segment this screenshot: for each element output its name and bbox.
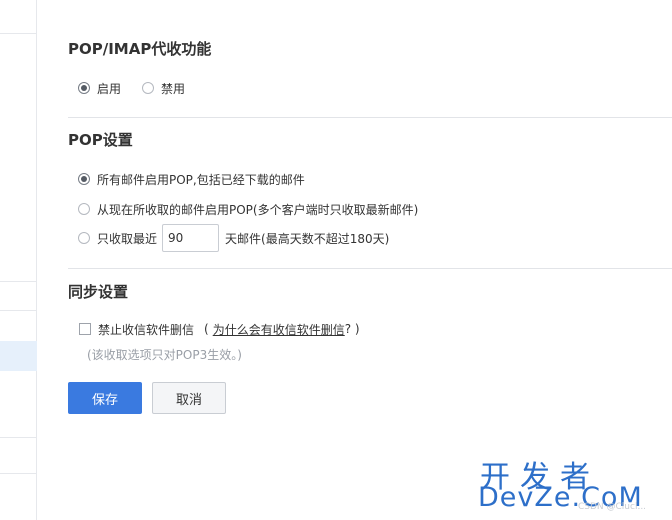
radio-recent-days-control[interactable]	[78, 232, 90, 244]
no-delete-checkbox[interactable]	[79, 323, 91, 335]
radio-from-now-control[interactable]	[78, 203, 90, 215]
pop-settings-title: POP设置	[68, 131, 133, 149]
recent-days-suffix: 天邮件(最高天数不超过180天)	[225, 231, 390, 246]
sidebar-divider	[0, 281, 37, 282]
pop-imap-title: POP/IMAP代收功能	[68, 40, 212, 58]
paren-close: ? )	[344, 322, 360, 336]
section-divider	[68, 117, 672, 118]
sidebar-divider	[0, 437, 37, 438]
radio-recent-days-label: 只收取最近	[97, 231, 158, 246]
radio-from-now-label: 从现在所收取的邮件启用POP(多个客户端时只收取最新邮件)	[97, 202, 419, 217]
radio-enable-label: 启用	[97, 81, 122, 96]
radio-disable-control[interactable]	[142, 82, 154, 94]
section-divider	[68, 268, 672, 269]
save-button[interactable]: 保存	[68, 382, 142, 414]
radio-enable-control[interactable]	[78, 82, 90, 94]
pop3-hint: (该收取选项只对POP3生效。)	[87, 348, 242, 362]
no-delete-label: 禁止收信软件删信	[98, 322, 195, 337]
recent-days-input[interactable]	[162, 224, 220, 252]
radio-disable[interactable]: 禁用	[142, 78, 185, 98]
cancel-button[interactable]: 取消	[152, 382, 226, 414]
sidebar-divider	[0, 310, 37, 311]
sync-settings-title: 同步设置	[68, 283, 129, 301]
radio-enable[interactable]: 启用	[78, 78, 121, 98]
settings-panel: POP/IMAP代收功能 启用 禁用 POP设置 所有邮件启用POP,包括已经下…	[37, 0, 672, 520]
radio-all-mail-control[interactable]	[78, 173, 90, 185]
radio-all-mail[interactable]: 所有邮件启用POP,包括已经下载的邮件	[78, 169, 305, 189]
radio-from-now[interactable]: 从现在所收取的邮件启用POP(多个客户端时只收取最新邮件)	[78, 199, 418, 219]
no-delete-option[interactable]: 禁止收信软件删信 ( 为什么会有收信软件删信 ? )	[79, 319, 360, 339]
radio-recent-days[interactable]: 只收取最近 天邮件(最高天数不超过180天)	[78, 224, 389, 252]
radio-disable-label: 禁用	[161, 81, 186, 96]
why-delete-link[interactable]: 为什么会有收信软件删信	[213, 321, 345, 338]
sidebar-item-selected[interactable]	[0, 341, 37, 371]
sidebar-divider	[0, 33, 37, 34]
paren-open: (	[204, 322, 209, 336]
watermark-caption: CSDN @Clucl...	[578, 502, 647, 512]
sidebar-divider	[0, 473, 37, 474]
radio-all-mail-label: 所有邮件启用POP,包括已经下载的邮件	[97, 172, 305, 187]
left-sidebar	[0, 0, 37, 520]
